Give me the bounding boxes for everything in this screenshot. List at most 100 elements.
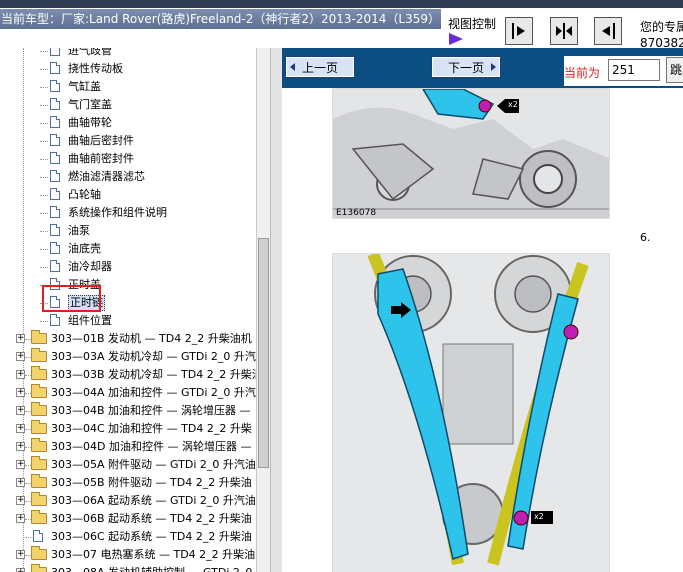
arrow-right-bar-icon [512,23,525,39]
expand-icon[interactable]: + [16,370,25,379]
view-control-label: 视图控制 [448,17,497,31]
tree-doc-item[interactable]: 油底壳 [0,240,256,258]
tree-folder-item[interactable]: +303—08A 发动机辅助控制 — GTDi 2_0 [0,564,256,572]
folder-icon [31,510,47,524]
current-page-input[interactable]: 251 [608,59,660,81]
folder-icon [31,366,47,380]
document-icon [50,80,60,92]
tree-doc-item[interactable]: 挠性传动板 [0,60,256,78]
tree-doc-item[interactable]: +303—06C 起动系统 — TD4 2_2 升柴油 [0,528,256,546]
tree-doc-item[interactable]: 正时链 [0,294,256,312]
tree-doc-item[interactable]: 曲轴前密封件 [0,150,256,168]
tree-doc-item[interactable]: 进气歧管 [0,48,256,60]
arrow-right-icon [491,63,496,71]
tree-folder-item[interactable]: +303—04C 加油和控件 — TD4 2_2 升柴 [0,420,256,438]
tree-folder-item[interactable]: +303—05A 附件驱动 — GTDi 2_0 升汽油 [0,456,256,474]
folder-icon [31,402,47,416]
tree-item-label: 303—04D 加油和控件 — 涡轮增压器 — [51,440,252,453]
document-icon [50,48,60,56]
tree-folder-item[interactable]: +303—03A 发动机冷却 — GTDi 2_0 升汽 [0,348,256,366]
expand-icon[interactable]: + [16,424,25,433]
tree-doc-item[interactable]: 正时盖 [0,276,256,294]
document-icon [50,98,60,110]
expand-icon[interactable]: + [16,442,25,451]
profile-line1: 您的专属 [640,20,683,34]
next-page-button[interactable]: 下一页 [431,56,501,78]
figure-timing-chain-guides: x2 [332,253,610,572]
view-split-button[interactable] [550,17,578,45]
tree-folder-item[interactable]: +303—04B 加油和控件 — 涡轮增压器 — [0,402,256,420]
expand-icon[interactable]: + [16,550,25,559]
tree-folder-item[interactable]: +303—03B 发动机冷却 — TD4 2_2 升柴油 [0,366,256,384]
vehicle-title: 当前车型：厂家:Land Rover(路虎)Freeland-2（神行者2）20… [0,9,441,29]
step-number: 6. [640,231,651,244]
tree-item-label: 303—06B 起动系统 — TD4 2_2 升柴油 [51,512,252,525]
tree-connector [40,267,48,268]
expand-icon[interactable]: + [16,352,25,361]
go-page-button[interactable]: 跳 [666,57,683,83]
folder-icon [31,330,47,344]
tree-folder-item[interactable]: +303—01B 发动机 — TD4 2_2 升柴油机 [0,330,256,348]
folder-icon [31,456,47,470]
tree-connector [40,69,48,70]
tree-item-label: 303—05B 附件驱动 — TD4 2_2 升柴油 [51,476,252,489]
expand-icon[interactable]: + [16,568,25,572]
tree-folder-item[interactable]: +303—06B 起动系统 — TD4 2_2 升柴油 [0,510,256,528]
tree-doc-item[interactable]: 燃油滤清器滤芯 [0,168,256,186]
document-icon [50,170,60,182]
tree-doc-item[interactable]: 气门室盖 [0,96,256,114]
tree-connector [40,105,48,106]
expand-icon[interactable]: + [16,406,25,415]
tree-item-label: 油冷却器 [68,260,112,273]
figure-caption: E136078 [336,208,377,218]
tree-item-label: 气门室盖 [68,98,112,111]
tree-folder-item[interactable]: +303—07 电热塞系统 — TD4 2_2 升柴油 [0,546,256,564]
tree-item-label: 303—04B 加油和控件 — 涡轮增压器 — [51,404,251,417]
expand-icon[interactable]: + [16,334,25,343]
document-icon [50,206,60,218]
expand-icon[interactable]: + [16,460,25,469]
split-arrows-icon [556,23,572,39]
tree-doc-item[interactable]: 曲轴带轮 [0,114,256,132]
tree-folder-item[interactable]: +303—04D 加油和控件 — 涡轮增压器 — [0,438,256,456]
tree-folder-item[interactable]: +303—05B 附件驱动 — TD4 2_2 升柴油 [0,474,256,492]
folder-icon [31,420,47,434]
tree-item-label: 系统操作和组件说明 [68,206,167,219]
tree-doc-item[interactable]: 系统操作和组件说明 [0,204,256,222]
expand-icon[interactable]: + [16,478,25,487]
tree-doc-item[interactable]: 油泵 [0,222,256,240]
timing-guides-illustration [333,254,609,572]
document-icon [50,62,60,74]
tree-scrollbar[interactable] [256,48,270,572]
tree-folder-item[interactable]: +303—04A 加油和控件 — GTDi 2_0 升汽 [0,384,256,402]
tree-scroll-thumb[interactable] [258,238,269,468]
tree-doc-item[interactable]: 气缸盖 [0,78,256,96]
view-single-right-button[interactable] [505,17,533,45]
prev-page-button[interactable]: 上一页 [285,56,355,78]
tree-item-label: 303—08A 发动机辅助控制 — GTDi 2_0 [51,564,252,572]
expand-icon[interactable]: + [16,514,25,523]
tree-folder-item[interactable]: +303—06A 起动系统 — GTDi 2_0 升汽油 [0,492,256,510]
tree-doc-item[interactable]: 油冷却器 [0,258,256,276]
panel-splitter[interactable] [270,48,282,572]
header-top-bar [0,0,683,8]
tree-item-label: 曲轴前密封件 [68,152,134,165]
folder-icon [31,546,47,560]
tree-item-label: 303—03B 发动机冷却 — TD4 2_2 升柴油 [51,368,256,381]
tree-item-label: 气缸盖 [68,80,101,93]
engine-illustration [333,89,609,218]
expand-icon[interactable]: + [16,496,25,505]
tree-doc-item[interactable]: 组件位置 [0,312,256,330]
next-page-label: 下一页 [447,61,484,75]
prev-page-label: 上一页 [301,61,338,75]
tree-item-label: 组件位置 [68,314,112,327]
tree-connector [40,123,48,124]
play-icon[interactable] [449,33,463,45]
tree-connector [40,177,48,178]
tree-item-label: 挠性传动板 [68,62,123,75]
view-single-left-button[interactable] [594,17,622,45]
tree-doc-item[interactable]: 凸轮轴 [0,186,256,204]
tree-doc-item[interactable]: 曲轴后密封件 [0,132,256,150]
arrow-left-icon [290,63,295,71]
expand-icon[interactable]: + [16,388,25,397]
